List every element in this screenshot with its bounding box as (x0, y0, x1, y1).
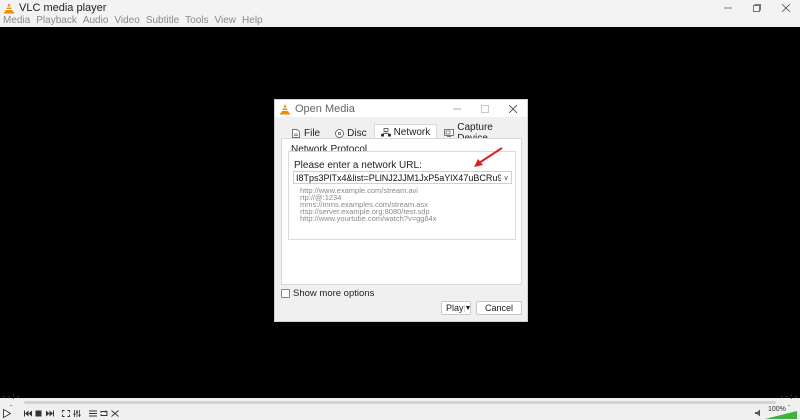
url-examples: http://www.example.com/stream.avi rtp://… (300, 187, 437, 223)
network-url-label: Please enter a network URL: (294, 160, 422, 171)
playback-controls: 100% (0, 406, 800, 420)
dialog-minimize-button[interactable] (443, 100, 471, 117)
menu-media[interactable]: Media (0, 15, 33, 27)
vlc-cone-icon (4, 2, 14, 13)
close-icon (509, 104, 517, 113)
play-button-label: Play (446, 303, 464, 313)
menu-video[interactable]: Video (111, 15, 142, 27)
open-media-dialog: Open Media File Disc Network Capture Net… (274, 99, 528, 322)
red-annotation-arrow-icon (474, 147, 503, 167)
tab-disc-label: Disc (347, 127, 367, 139)
disc-icon (334, 128, 344, 138)
dialog-title-bar: Open Media (275, 100, 527, 117)
example-url: http://www.yourtube.com/watch?v=gg64x (300, 214, 437, 223)
fullscreen-icon (61, 409, 70, 417)
play-button[interactable] (0, 407, 14, 419)
chevron-down-icon[interactable]: ∨ (501, 174, 511, 182)
shuffle-icon (110, 409, 119, 417)
next-button[interactable] (44, 407, 55, 419)
show-more-options[interactable]: Show more options (281, 288, 374, 299)
restore-icon (752, 3, 761, 12)
window-title: VLC media player (19, 1, 107, 14)
network-url-input[interactable]: I8Tps3PlTx4&list=PLlNJ2JJM1JxP5aYlX47uBC… (293, 171, 512, 184)
menu-subtitle[interactable]: Subtitle (143, 15, 182, 27)
play-split-button[interactable]: Play ▼ (441, 301, 471, 315)
menu-audio[interactable]: Audio (80, 15, 112, 27)
maximize-button[interactable] (742, 0, 771, 15)
shuffle-button[interactable] (109, 407, 120, 419)
extended-settings-button[interactable] (71, 407, 82, 419)
speaker-icon[interactable] (755, 409, 763, 417)
capture-icon (444, 128, 455, 138)
skip-previous-icon (23, 410, 32, 416)
volume-control: 100% (755, 406, 797, 419)
stop-button[interactable] (33, 407, 44, 419)
show-more-options-label: Show more options (293, 288, 375, 299)
menu-help[interactable]: Help (239, 15, 266, 27)
seek-row: --:-- --:-- (0, 393, 800, 411)
tab-file-label: File (304, 127, 321, 139)
minimize-icon (723, 7, 732, 8)
previous-button[interactable] (22, 407, 33, 419)
dialog-close-button[interactable] (499, 100, 527, 117)
cancel-button[interactable]: Cancel (476, 301, 522, 315)
loop-button[interactable] (98, 407, 109, 419)
equalizer-icon (73, 409, 80, 417)
fullscreen-button[interactable] (60, 407, 71, 419)
title-bar: VLC media player (0, 0, 800, 15)
skip-next-icon (45, 410, 54, 416)
dropdown-triangle-icon[interactable]: ▼ (463, 304, 471, 312)
network-icon (380, 127, 391, 137)
minimize-icon (453, 108, 461, 109)
menu-view[interactable]: View (212, 15, 240, 27)
minimize-button[interactable] (713, 0, 742, 15)
tab-network-label: Network (393, 126, 431, 138)
volume-percent: 100% (768, 406, 786, 413)
playlist-icon (88, 410, 97, 416)
dialog-tabs: File Disc Network Capture Device (284, 122, 527, 144)
maximize-icon (481, 104, 489, 113)
menu-tools[interactable]: Tools (182, 15, 211, 27)
file-icon (291, 128, 301, 138)
stop-icon (35, 410, 42, 416)
show-more-options-checkbox[interactable] (281, 289, 290, 298)
close-icon (781, 3, 790, 12)
play-icon (3, 408, 11, 418)
dialog-title: Open Media (295, 102, 355, 115)
dialog-maximize-button[interactable] (471, 100, 499, 117)
menu-bar: Media Playback Audio Video Subtitle Tool… (0, 15, 800, 27)
vlc-cone-icon (280, 103, 290, 114)
menu-playback[interactable]: Playback (33, 15, 80, 27)
close-button[interactable] (771, 0, 800, 15)
seek-slider[interactable] (24, 400, 776, 404)
playlist-button[interactable] (87, 407, 98, 419)
tab-network[interactable]: Network (373, 124, 438, 139)
network-url-value: I8Tps3PlTx4&list=PLlNJ2JJM1JxP5aYlX47uBC… (296, 172, 501, 183)
loop-icon (100, 409, 107, 416)
